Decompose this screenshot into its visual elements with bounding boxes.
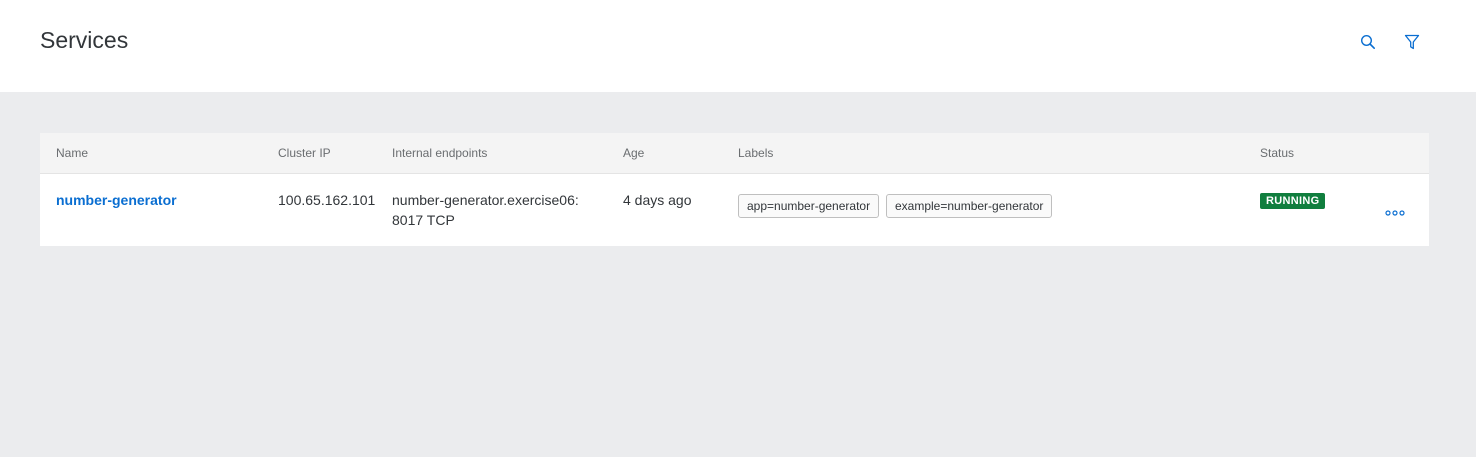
status-badge: RUNNING [1260, 193, 1326, 209]
table-header: Name Cluster IP Internal endpoints Age L… [40, 133, 1429, 174]
cluster-ip-value: 100.65.162.101 [278, 192, 376, 208]
filter-button[interactable] [1398, 28, 1426, 56]
services-table: Name Cluster IP Internal endpoints Age L… [40, 133, 1429, 246]
column-header-cluster-ip: Cluster IP [278, 146, 331, 160]
label-chip: example=number-generator [886, 194, 1053, 218]
internal-endpoint-line-2: 8017 TCP [392, 212, 455, 228]
label-chip: app=number-generator [738, 194, 880, 218]
column-header-age: Age [623, 146, 645, 160]
search-icon [1360, 34, 1375, 49]
service-name-link[interactable]: number-generator [56, 190, 177, 210]
more-horizontal-icon [1385, 210, 1405, 216]
row-actions-button[interactable] [1382, 203, 1408, 223]
filter-icon [1404, 34, 1420, 50]
column-header-internal-endpoints: Internal endpoints [392, 146, 488, 160]
internal-endpoint-line-1: number-generator.exercise06: [392, 192, 579, 208]
column-header-status: Status [1260, 146, 1295, 160]
column-header-labels: Labels [738, 146, 774, 160]
column-header-name: Name [56, 146, 89, 160]
search-button[interactable] [1354, 28, 1382, 56]
page-header: Services [0, 0, 1476, 92]
page-title: Services [40, 27, 129, 53]
age-value: 4 days ago [623, 192, 692, 208]
